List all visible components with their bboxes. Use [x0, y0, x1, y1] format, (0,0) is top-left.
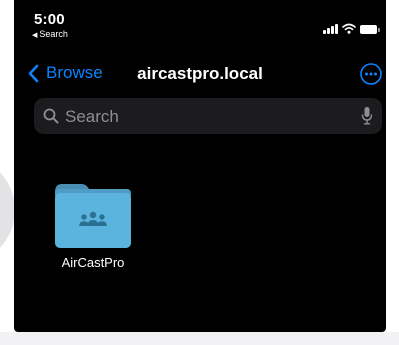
status-back-label: Search: [39, 29, 68, 39]
background-strip: [0, 332, 399, 345]
more-options-icon[interactable]: [360, 63, 382, 85]
folder-name: AirCastPro: [61, 255, 125, 270]
back-triangle-icon: ◀: [32, 32, 38, 39]
screenshot-canvas: 5:00 ◀ Search Browse aircastpro.local Se…: [0, 0, 399, 345]
search-icon: [43, 108, 59, 124]
page-title: aircastpro.local: [137, 64, 263, 83]
status-back-to-app[interactable]: ◀ Search: [32, 29, 68, 39]
battery-icon: [360, 25, 380, 34]
cellular-signal-icon: [323, 24, 339, 34]
wifi-icon: [342, 23, 356, 34]
background-circle: [0, 155, 15, 265]
files-app-screen: 5:00 ◀ Search Browse aircastpro.local Se…: [14, 0, 386, 332]
microphone-icon[interactable]: [361, 106, 373, 126]
search-input[interactable]: Search: [34, 98, 382, 134]
search-placeholder: Search: [65, 107, 119, 126]
folder-item[interactable]: AirCastPro: [48, 176, 138, 272]
status-time: 5:00: [34, 11, 65, 28]
shared-folder-icon: [55, 184, 131, 248]
